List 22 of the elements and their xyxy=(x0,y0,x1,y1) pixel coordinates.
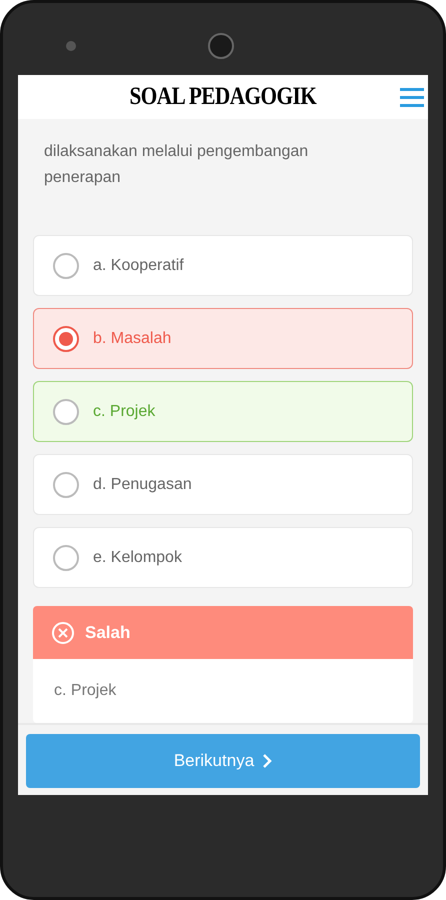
radio-button[interactable] xyxy=(53,326,79,352)
feedback-title: Salah xyxy=(85,622,130,644)
app-title: SOAL PEDAGOGIK xyxy=(130,82,316,112)
option-label: c. Projek xyxy=(93,402,156,422)
option-label: e. Kelompok xyxy=(93,548,182,568)
chevron-right-icon xyxy=(262,754,272,768)
option-label: a. Kooperatif xyxy=(93,256,184,276)
speaker-icon xyxy=(208,33,234,59)
answer-option[interactable]: e. Kelompok xyxy=(33,527,413,588)
camera-icon xyxy=(66,41,76,51)
close-circle-icon xyxy=(51,620,75,644)
radio-button[interactable] xyxy=(53,398,79,424)
menu-icon[interactable] xyxy=(400,87,424,107)
option-label: b. Masalah xyxy=(93,328,172,348)
radio-button[interactable] xyxy=(53,544,79,570)
question-text: dilaksanakan melalui pengembangan penerapan xyxy=(43,142,310,188)
radio-button[interactable] xyxy=(53,252,79,278)
radio-button[interactable] xyxy=(53,472,79,498)
answer-option[interactable]: d. Penugasan xyxy=(33,454,413,515)
option-label: d. Penugasan xyxy=(93,474,192,494)
answer-option[interactable]: a. Kooperatif xyxy=(33,235,413,296)
correct-answer: c. Projek xyxy=(54,681,116,701)
